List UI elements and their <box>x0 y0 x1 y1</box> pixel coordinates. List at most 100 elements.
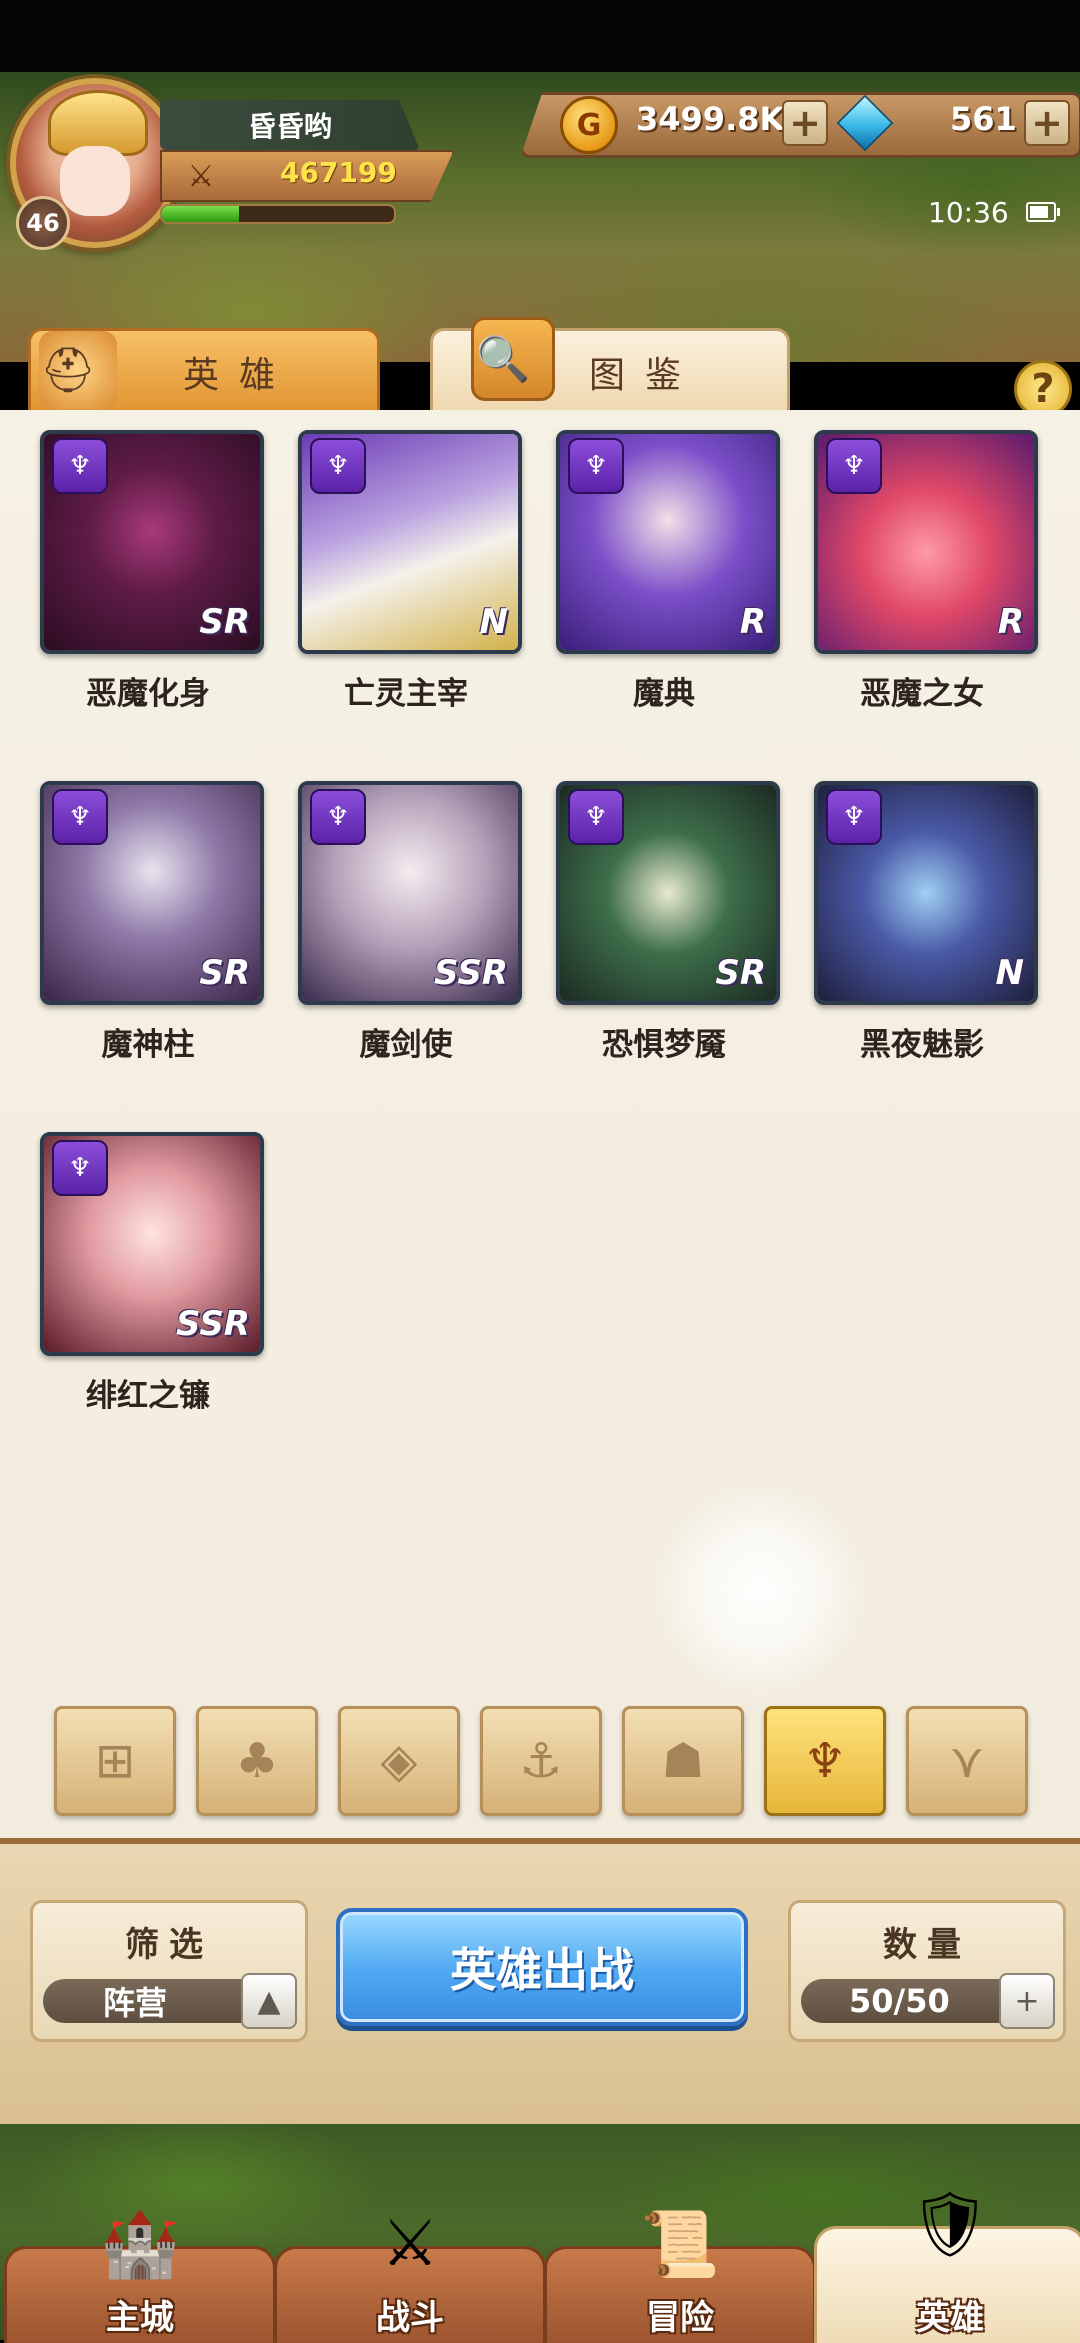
leaf-nature-icon: ♣ <box>235 1733 279 1789</box>
knight-helmet-icon: ⛑ <box>39 331 117 409</box>
demon-horns-icon: ♆ <box>52 1140 108 1196</box>
hero-card[interactable]: ♆ SSR 魔剑使 <box>298 781 522 1071</box>
nav-tab-1[interactable]: 🏰 主城 <box>4 2208 276 2343</box>
count-panel: 数量 50/50 + <box>788 1900 1066 2042</box>
rarity-label: R <box>739 602 766 642</box>
faction-filter-beast-head-icon[interactable]: ☗ <box>622 1706 744 1816</box>
rarity-label: SSR <box>434 953 508 993</box>
hero-portrait[interactable]: ♆ SR <box>40 430 264 654</box>
demon-horns-icon: ♆ <box>52 789 108 845</box>
hero-card[interactable]: ♆ SSR 绯红之镰 <box>40 1132 264 1422</box>
avatar-face <box>60 146 130 216</box>
expand-slots-button[interactable]: + <box>999 1973 1055 2029</box>
nav-label: 主城 <box>106 2298 174 2338</box>
chevron-up-icon[interactable]: ▲ <box>241 1973 297 2029</box>
rarity-label: SSR <box>176 1304 250 1344</box>
magnifier-icon: 🔍 <box>471 317 555 401</box>
gem-value: 561 <box>950 100 1017 138</box>
nav-label: 英雄 <box>916 2298 984 2338</box>
hero-name: 恐惧梦魇 <box>602 1027 726 1063</box>
demon-horns-icon: ♆ <box>568 438 624 494</box>
castle-icon: 🏰 <box>100 2207 180 2282</box>
filter-title: 筛选 <box>125 1925 213 1965</box>
hero-name: 魔典 <box>633 676 695 712</box>
nav-tab-4[interactable]: 🛡 英雄 <box>814 2188 1080 2343</box>
faction-filter-leaf-nature-icon[interactable]: ♣ <box>196 1706 318 1816</box>
hero-card[interactable]: ♆ R 魔典 <box>556 430 780 720</box>
hero-portrait[interactable]: ♆ N <box>814 781 1038 1005</box>
hero-card[interactable]: ♆ N 黑夜魅影 <box>814 781 1038 1071</box>
gold-value: 3499.8K <box>636 100 785 138</box>
beast-head-icon: ☗ <box>661 1733 705 1789</box>
tab-codex[interactable]: 🔍 图鉴 <box>430 317 790 416</box>
rarity-label: N <box>995 953 1024 993</box>
demon-horns-icon: ♆ <box>310 789 366 845</box>
hero-card[interactable]: ♆ SR 魔神柱 <box>40 781 264 1071</box>
hero-helmet-icon: 🛡 <box>909 2187 991 2262</box>
hero-count-value: 50/50 <box>849 1982 950 2020</box>
demon-horns-icon: ♆ <box>310 438 366 494</box>
faction-filter-anchor-icon[interactable]: ⚓ <box>480 1706 602 1816</box>
hero-portrait[interactable]: ♆ SSR <box>40 1132 264 1356</box>
hero-portrait[interactable]: ♆ SSR <box>298 781 522 1005</box>
rarity-label: N <box>479 602 508 642</box>
faction-filter-chevron-wings-icon[interactable]: ⋎ <box>906 1706 1028 1816</box>
hero-name: 魔神柱 <box>101 1027 195 1063</box>
deploy-heroes-button[interactable]: 英雄出战 <box>336 1908 748 2026</box>
faction-filter-demon-horns-icon[interactable]: ♆ <box>764 1706 886 1816</box>
demon-horns-icon: ♆ <box>568 789 624 845</box>
hero-name: 恶魔之女 <box>860 676 984 712</box>
filter-panel: 筛选 阵营 ▲ <box>30 1900 308 2042</box>
tab-heroes[interactable]: ⛑ 英雄 <box>28 328 380 416</box>
crossed-swords-power-icon: ⚔ <box>187 158 215 194</box>
add-gems-button[interactable]: + <box>1024 100 1070 146</box>
player-name: 昏昏哟 <box>160 100 420 150</box>
faction-filter-grid-all-icon[interactable]: ⊞ <box>54 1706 176 1816</box>
add-gold-button[interactable]: + <box>782 100 828 146</box>
nav-label: 冒险 <box>646 2298 714 2338</box>
xp-bar-fill <box>162 206 239 222</box>
grid-all-icon: ⊞ <box>94 1733 136 1789</box>
demon-horns-icon: ♆ <box>826 789 882 845</box>
anchor-icon: ⚓ <box>519 1733 563 1789</box>
hero-card[interactable]: ♆ SR 恶魔化身 <box>40 430 264 720</box>
rarity-label: SR <box>199 602 250 642</box>
clock: 10:36 <box>928 196 1009 229</box>
hero-portrait[interactable]: ♆ R <box>556 430 780 654</box>
faction-filter-diamond-order-icon[interactable]: ◈ <box>338 1706 460 1816</box>
filter-value: 阵营 <box>103 1984 168 2022</box>
scroll-map-icon: 📜 <box>640 2207 720 2282</box>
nav-label: 战斗 <box>376 2298 444 2338</box>
nav-tab-2[interactable]: ⚔ 战斗 <box>274 2207 546 2343</box>
hero-card[interactable]: ♆ N 亡灵主宰 <box>298 430 522 720</box>
hero-name: 黑夜魅影 <box>860 1027 984 1063</box>
hero-name: 亡灵主宰 <box>344 676 468 712</box>
hero-portrait[interactable]: ♆ SR <box>556 781 780 1005</box>
hero-card[interactable]: ♆ SR 恐惧梦魇 <box>556 781 780 1071</box>
crossed-swords-icon: ⚔ <box>381 2207 439 2281</box>
hero-portrait[interactable]: ♆ N <box>298 430 522 654</box>
gold-coin-icon: G <box>560 96 618 154</box>
demon-horns-icon: ♆ <box>826 438 882 494</box>
power-plate: ⚔ 467199 <box>160 150 454 202</box>
diamond-order-icon: ◈ <box>380 1733 418 1789</box>
xp-bar <box>160 204 396 224</box>
hero-portrait[interactable]: ♆ SR <box>40 781 264 1005</box>
hero-card[interactable]: ♆ R 恶魔之女 <box>814 430 1038 720</box>
status-bar <box>0 0 1080 72</box>
rarity-label: R <box>997 602 1024 642</box>
rarity-label: SR <box>199 953 250 993</box>
rarity-label: SR <box>715 953 766 993</box>
hero-name: 恶魔化身 <box>86 676 210 712</box>
count-title: 数量 <box>883 1925 971 1965</box>
power-value: 467199 <box>280 156 397 189</box>
hero-name: 魔剑使 <box>359 1027 453 1063</box>
demon-horns-icon: ♆ <box>52 438 108 494</box>
tab-heroes-label: 英雄 <box>182 355 295 396</box>
chevron-wings-icon: ⋎ <box>949 1733 985 1789</box>
nav-tab-3[interactable]: 📜 冒险 <box>544 2208 816 2343</box>
hero-portrait[interactable]: ♆ R <box>814 430 1038 654</box>
demon-horns-icon: ♆ <box>803 1733 847 1789</box>
player-level-badge: 46 <box>16 196 70 250</box>
hero-name: 绯红之镰 <box>86 1378 210 1414</box>
